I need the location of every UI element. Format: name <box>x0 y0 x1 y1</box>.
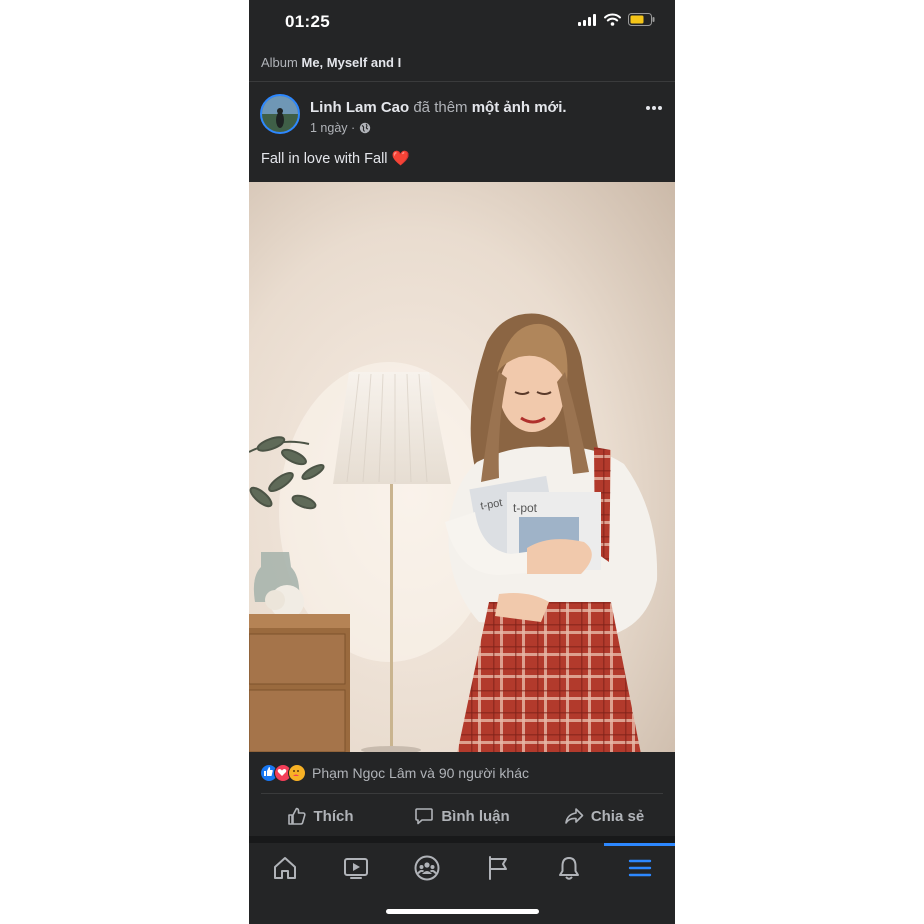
video-icon <box>343 858 368 879</box>
post-header-line: Linh Lam Cao đã thêm một ảnh mới. <box>310 99 567 116</box>
notifications-icon <box>558 857 579 880</box>
groups-icon <box>414 855 439 881</box>
post-meta: 1 ngày · <box>310 121 371 135</box>
post-actions: Thích Bình luận Chia sẻ <box>249 797 675 835</box>
tab-menu[interactable] <box>604 843 675 893</box>
author-name[interactable]: Linh Lam Cao <box>310 99 409 116</box>
pages-flag-icon <box>488 856 507 880</box>
post-photo[interactable]: t-pot t-pot <box>249 182 675 754</box>
share-button[interactable]: Chia sẻ <box>533 797 675 835</box>
comment-icon <box>415 808 434 825</box>
share-label: Chia sẻ <box>590 807 645 825</box>
thumbs-up-icon <box>287 807 306 825</box>
status-icons <box>578 13 655 26</box>
care-reaction-icon <box>288 764 306 782</box>
battery-icon <box>628 13 655 26</box>
tab-watch[interactable] <box>320 843 391 893</box>
wifi-icon <box>604 13 621 26</box>
more-options-button[interactable] <box>645 98 663 116</box>
caption-text: Fall in love with Fall <box>261 151 388 167</box>
signal-icon <box>578 13 596 26</box>
heart-emoji: ❤️ <box>391 151 410 167</box>
reactions-summary[interactable]: Phạm Ngọc Lâm và 90 người khác <box>260 764 529 782</box>
section-separator <box>249 836 675 843</box>
share-icon <box>565 808 584 824</box>
status-time: 01:25 <box>285 12 330 31</box>
book-front-title: t-pot <box>513 501 538 515</box>
tab-home[interactable] <box>249 843 320 893</box>
avatar[interactable] <box>260 94 300 134</box>
globe-icon <box>359 122 371 134</box>
status-bar: 01:25 <box>249 0 675 46</box>
more-dots-icon <box>646 106 662 110</box>
photo-image: t-pot t-pot <box>249 182 675 754</box>
tab-pages[interactable] <box>462 843 533 893</box>
divider <box>249 81 675 82</box>
phone-screen: 01:25 Album Me, Myself and I Linh Lam Ca… <box>249 0 675 924</box>
like-label: Thích <box>313 807 354 825</box>
reactions-text: Phạm Ngọc Lâm và 90 người khác <box>312 765 529 781</box>
album-header[interactable]: Album Me, Myself and I <box>261 55 401 70</box>
bottom-tab-bar <box>249 843 675 893</box>
home-indicator[interactable] <box>386 909 539 914</box>
home-icon <box>273 857 296 879</box>
tab-notifications[interactable] <box>533 843 604 893</box>
post-action-text: đã thêm <box>413 99 468 116</box>
post-caption: Fall in love with Fall ❤️ <box>261 150 410 167</box>
menu-icon <box>628 859 651 877</box>
like-button[interactable]: Thích <box>249 797 391 835</box>
comment-button[interactable]: Bình luận <box>391 797 533 835</box>
tab-groups[interactable] <box>391 843 462 893</box>
avatar-image <box>262 96 298 132</box>
album-prefix: Album <box>261 55 298 70</box>
comment-label: Bình luận <box>441 807 510 825</box>
divider <box>261 793 663 794</box>
post-time[interactable]: 1 ngày · <box>310 121 355 135</box>
post-action-object[interactable]: một ảnh mới. <box>472 99 567 116</box>
album-name: Me, Myself and I <box>301 55 402 70</box>
